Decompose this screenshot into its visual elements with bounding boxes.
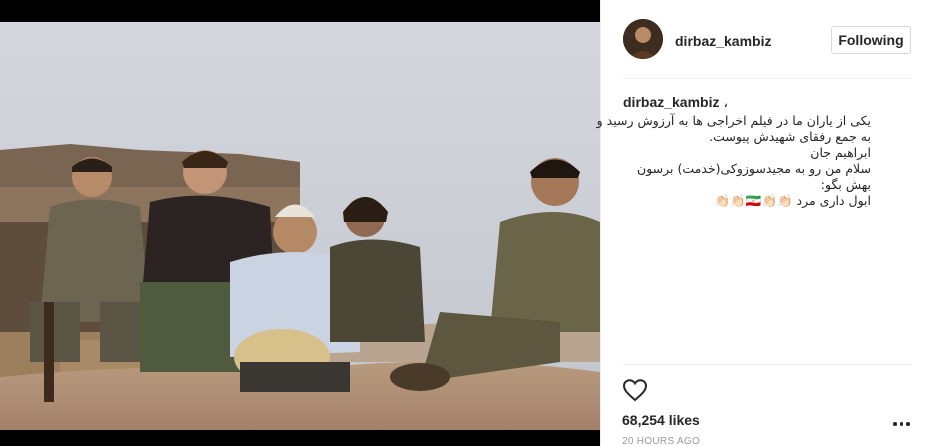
caption-line: بهش بگو: bbox=[820, 177, 871, 192]
heart-outline-icon[interactable] bbox=[622, 378, 648, 402]
profile-avatar[interactable] bbox=[623, 19, 663, 59]
caption-author: dirbaz_kambiz ، bbox=[623, 94, 913, 110]
post-header: dirbaz_kambiz Following bbox=[623, 18, 913, 62]
actions-divider bbox=[623, 364, 911, 365]
more-dot bbox=[906, 422, 910, 426]
caption-line: سلام من رو به مجیدسوزوکی(خدمت) برسون bbox=[637, 161, 871, 176]
caption-separator: ، bbox=[723, 94, 729, 110]
following-button[interactable]: Following bbox=[831, 26, 911, 54]
post-side-panel: dirbaz_kambiz Following dirbaz_kambiz ، ی… bbox=[596, 0, 936, 446]
caption-username[interactable]: dirbaz_kambiz bbox=[623, 94, 719, 110]
more-dot bbox=[899, 422, 903, 426]
post-timestamp[interactable]: 20 HOURS AGO bbox=[622, 436, 700, 446]
likes-count[interactable]: 68,254 likes bbox=[622, 412, 700, 428]
more-options-icon[interactable] bbox=[893, 418, 913, 428]
caption-text: یکی از یاران ما در فیلم اخراجی ها به آرز… bbox=[596, 113, 913, 209]
header-divider bbox=[623, 78, 911, 79]
header-username[interactable]: dirbaz_kambiz bbox=[675, 33, 771, 49]
caption-line: یکی از یاران ما در فیلم اخراجی ها به آرز… bbox=[596, 113, 871, 128]
post-photo-image bbox=[0, 22, 600, 430]
caption-line: ابراهیم جان bbox=[810, 145, 871, 160]
avatar-image bbox=[623, 19, 663, 59]
more-dot bbox=[893, 422, 897, 426]
caption-line: ابول داری مرد 👏🏻👏🏻🇮🇷👏🏻👏🏻 bbox=[714, 193, 871, 208]
caption-line: به جمع رفقای شهیدش پیوست. bbox=[709, 129, 871, 144]
post-caption: dirbaz_kambiz ، یکی از یاران ما در فیلم ا… bbox=[596, 94, 913, 209]
post-photo[interactable] bbox=[0, 22, 600, 430]
